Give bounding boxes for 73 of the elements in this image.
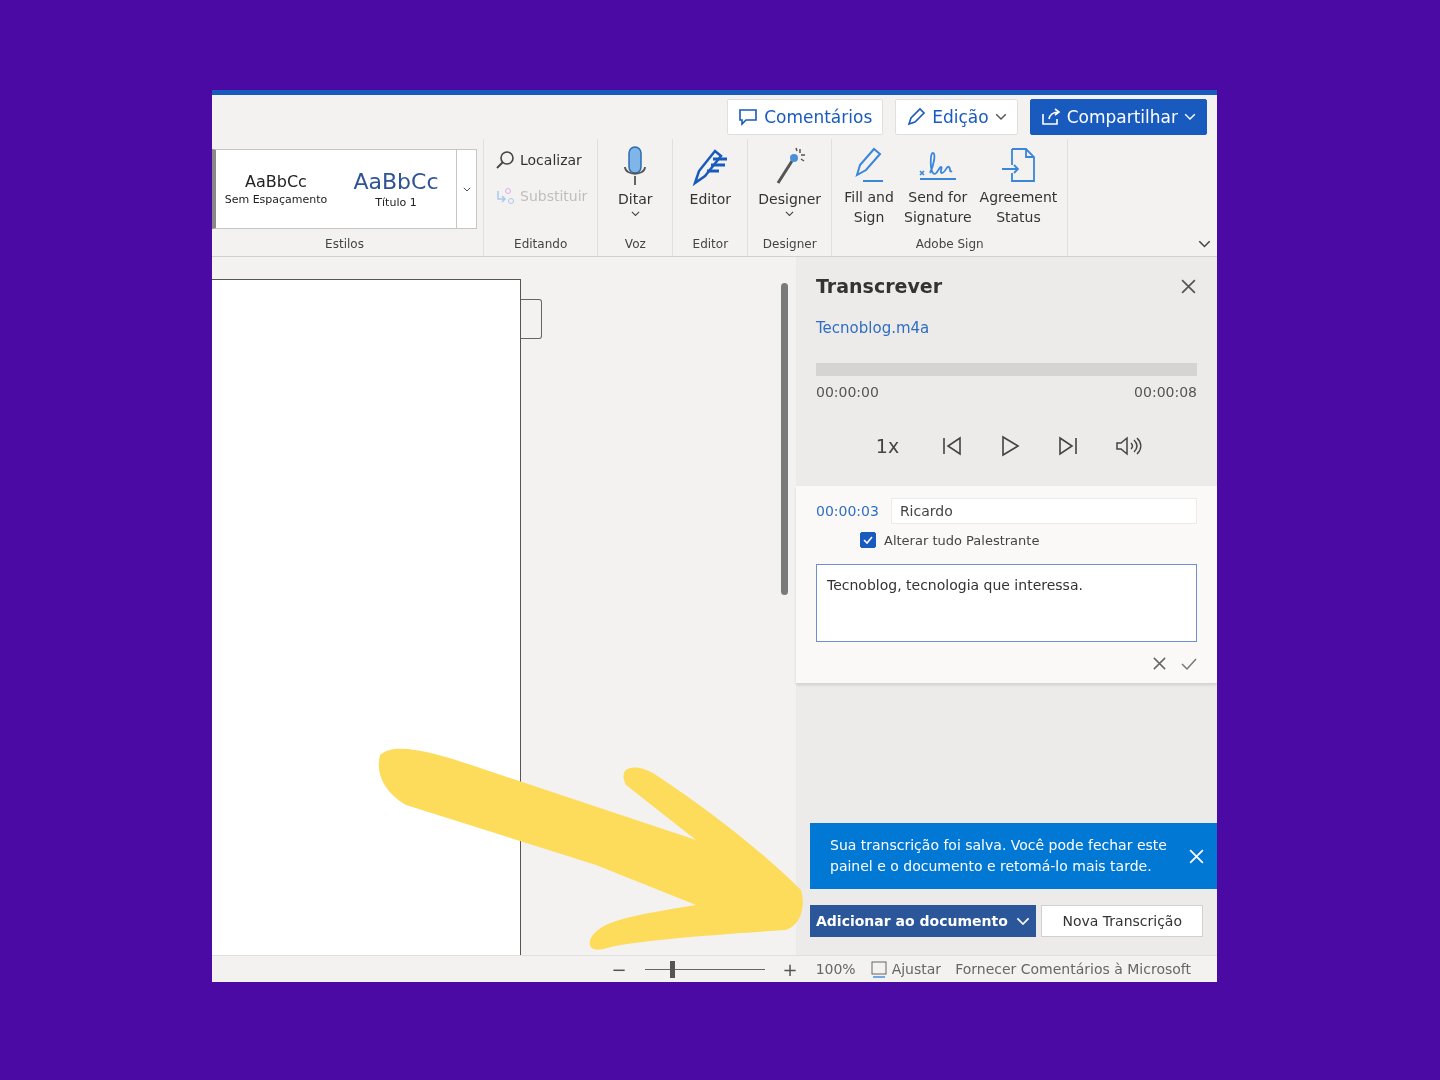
checkbox[interactable] [860, 532, 876, 548]
add-to-document-button[interactable]: Adicionar ao documento [810, 905, 1036, 937]
panel-title: Transcrever [816, 275, 943, 297]
chevron-down-icon [994, 113, 1007, 121]
close-button[interactable] [1180, 277, 1197, 295]
group-label: Voz [623, 236, 647, 253]
transcript-text-field[interactable]: Tecnoblog, tecnologia que interessa. [816, 564, 1197, 642]
close-icon [1180, 277, 1197, 295]
share-icon [1040, 108, 1061, 126]
expand-ribbon-button[interactable] [1198, 240, 1211, 248]
close-icon [1152, 656, 1167, 671]
fit-icon [869, 960, 888, 978]
close-icon [1188, 847, 1205, 865]
replace-icon [494, 185, 516, 207]
zoom-in-button[interactable]: + [778, 958, 802, 980]
ribbon-button[interactable]: Fill and Sign [838, 143, 901, 229]
feedback-link[interactable]: Fornecer Comentários à Microsoft [955, 961, 1191, 977]
share-button[interactable]: Compartilhar [1029, 99, 1207, 135]
style-option[interactable]: AaBbCc Sem Espaçamento [216, 150, 336, 228]
zoom-thumb[interactable] [670, 960, 676, 978]
chevron-down-icon [630, 211, 640, 217]
skip-forward-icon [1057, 435, 1080, 457]
confirm-button[interactable] [1181, 656, 1197, 671]
ribbon-button[interactable]: Editor [679, 143, 742, 211]
page-corner-mark [521, 299, 542, 339]
skip-back-button[interactable] [941, 435, 964, 457]
ribbon-button[interactable]: Designer [754, 143, 826, 219]
chevron-down-icon [1184, 113, 1196, 121]
style-sample: AaBbCc [245, 172, 307, 191]
pencil-icon [906, 107, 927, 127]
cancel-button[interactable] [1152, 656, 1167, 671]
file-link[interactable]: Tecnoblog.m4a [816, 319, 1197, 337]
zoom-percent[interactable]: 100% [815, 961, 856, 977]
chevron-down-icon [1015, 916, 1030, 926]
toolbar-button[interactable]: Edição [895, 99, 1018, 135]
chevron-down-icon [462, 186, 471, 192]
fit-button[interactable]: Ajustar [869, 960, 942, 978]
ribbon-button[interactable]: Agreement Status [975, 143, 1062, 229]
comment-icon [738, 108, 759, 126]
style-name: Sem Espaçamento [224, 193, 328, 206]
end-time: 00:00:08 [1134, 384, 1197, 400]
skip-back-icon [941, 435, 964, 457]
group-label: Adobe Sign [914, 236, 985, 253]
speed-button[interactable]: 1x [869, 434, 906, 458]
search-icon [494, 149, 516, 171]
ribbon-button[interactable]: Ditar [604, 143, 667, 219]
ribbon-button[interactable]: Localizar [490, 143, 586, 177]
start-time: 00:00:00 [816, 384, 879, 400]
chevron-down-icon [1198, 240, 1211, 248]
volume-icon [1115, 435, 1144, 457]
group-label: Editando [513, 236, 569, 253]
chevron-down-icon [785, 211, 795, 217]
speaker-field[interactable]: Ricardo [890, 498, 1197, 524]
group-label: Designer [761, 236, 818, 253]
check-icon [1181, 656, 1197, 671]
scrollbar-thumb[interactable] [781, 283, 788, 595]
play-button[interactable] [999, 434, 1022, 458]
style-name: Título 1 [375, 196, 417, 209]
new-transcription-button[interactable]: Nova Transcrição [1041, 905, 1203, 937]
notification-text: Sua transcrição foi salva. Você pode fechar este painel e o documento e retomá-lo mais tarde. [830, 836, 1168, 876]
checkbox-label: Alterar tudo Palestrante [884, 532, 1040, 548]
ribbon-button[interactable]: Send for Signature [900, 143, 976, 229]
style-sample: AaBbCc [353, 169, 439, 194]
volume-button[interactable] [1115, 435, 1144, 457]
group-label: Editor [691, 236, 730, 253]
skip-forward-button[interactable] [1057, 435, 1080, 457]
zoom-out-button[interactable]: − [607, 958, 631, 980]
timestamp-link[interactable]: 00:00:03 [816, 503, 879, 519]
toolbar-button[interactable]: Comentários [727, 99, 884, 135]
style-option[interactable]: AaBbCc Título 1 [336, 150, 456, 228]
dismiss-button[interactable] [1188, 847, 1205, 865]
group-label: Estilos [324, 236, 365, 253]
play-icon [999, 434, 1022, 458]
